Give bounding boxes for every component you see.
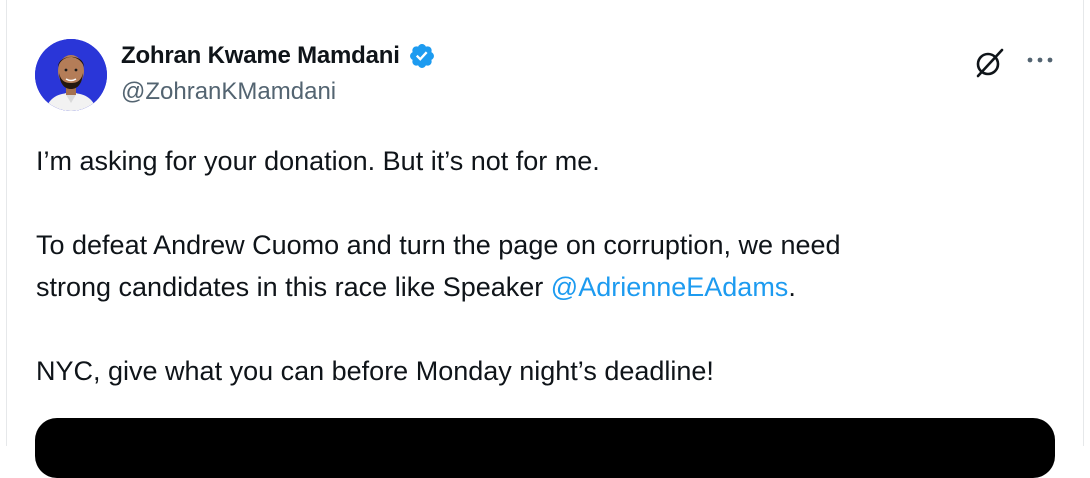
- media-attachment[interactable]: [35, 418, 1055, 478]
- author-name-row: Zohran Kwame Mamdani: [121, 42, 436, 70]
- avatar-image: [35, 39, 107, 111]
- tweet-line-3: strong candidates in this race like Spea…: [36, 266, 1036, 308]
- more-options-icon[interactable]: [1022, 44, 1058, 76]
- grok-icon[interactable]: [972, 44, 1008, 80]
- tweet-line-1: I’m asking for your donation. But it’s n…: [36, 146, 600, 176]
- author-display-name[interactable]: Zohran Kwame Mamdani: [121, 42, 400, 70]
- tweet-text: I’m asking for your donation. But it’s n…: [36, 140, 1036, 392]
- avatar[interactable]: [35, 39, 107, 111]
- verified-badge-icon[interactable]: [408, 42, 436, 70]
- tweet-line-3-suffix: .: [788, 272, 796, 302]
- tweet-line-2: To defeat Andrew Cuomo and turn the page…: [36, 230, 841, 260]
- tweet-line-4: NYC, give what you can before Monday nig…: [36, 356, 714, 386]
- mention-link[interactable]: @AdrienneEAdams: [551, 272, 789, 302]
- tweet-line-3-prefix: strong candidates in this race like Spea…: [36, 272, 551, 302]
- author-handle[interactable]: @ZohranKMamdani: [121, 78, 336, 106]
